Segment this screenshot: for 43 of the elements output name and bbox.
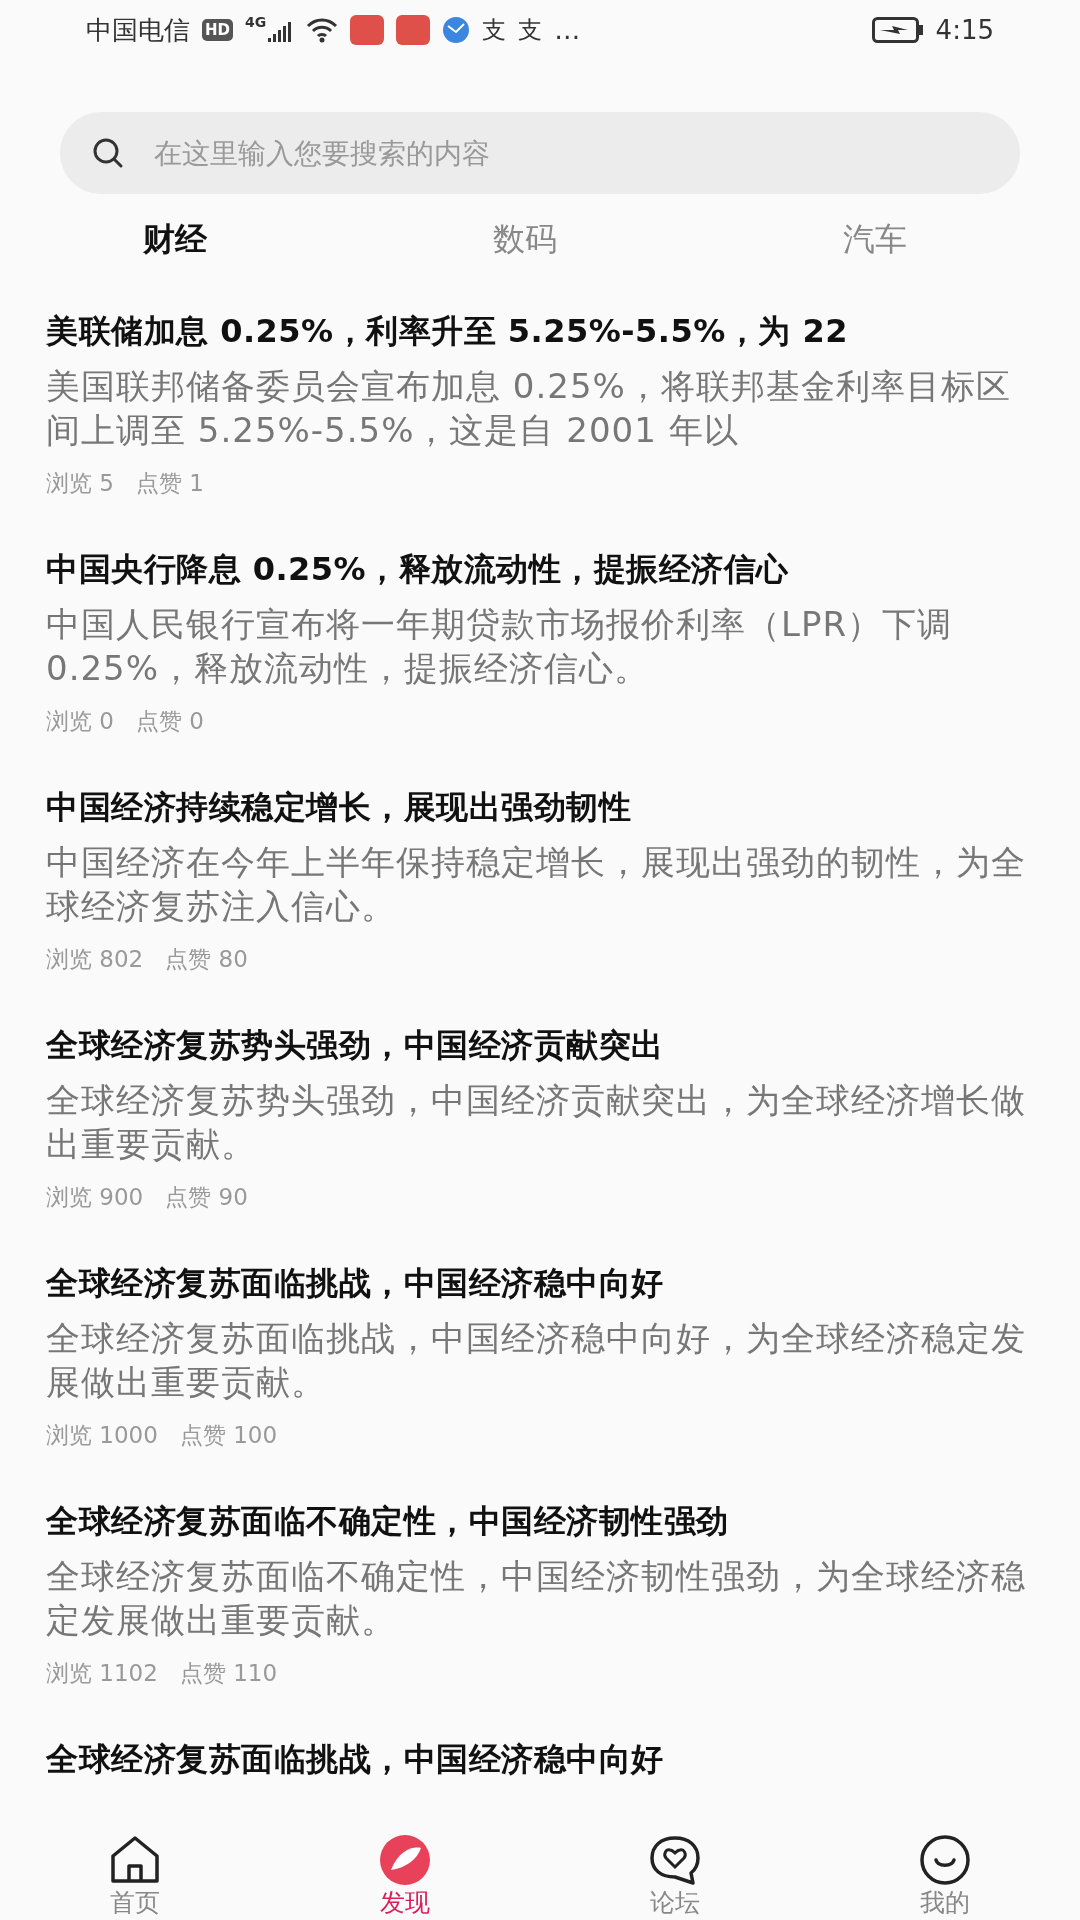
smiley-icon — [917, 1834, 973, 1886]
like-count: 点赞 80 — [165, 945, 248, 974]
chat-heart-icon — [647, 1834, 703, 1886]
article-title[interactable]: 全球经济复苏面临挑战，中国经济稳中向好 — [46, 1736, 1034, 1782]
article-summary: 中国人民银行宣布将一年期贷款市场报价利率（LPR）下调 0.25%，释放流动性，提振经济信心。 — [46, 603, 954, 690]
like-count: 点赞 90 — [165, 1183, 248, 1212]
view-count: 浏览 5 — [46, 469, 114, 498]
article-title[interactable]: 全球经济复苏面临挑战，中国经济稳中向好 — [46, 1260, 1034, 1306]
like-count: 点赞 100 — [179, 1421, 278, 1450]
search-field[interactable]: 在这里输入您要搜索的内容 — [60, 112, 1020, 194]
like-count: 点赞 1 — [135, 469, 204, 498]
battery-charging-icon — [871, 17, 924, 43]
article-summary: 全球经济复苏面临不确定性，中国经济韧性强劲，为全球经济稳定发展做出重要贡献。 — [46, 1555, 1027, 1642]
article-title[interactable]: 美联储加息 0.25%，利率升至 5.25%-5.5%，为 22 — [46, 308, 1034, 354]
hd-badge: HD — [202, 19, 233, 41]
view-count: 浏览 1000 — [46, 1421, 158, 1450]
view-count: 浏览 900 — [46, 1183, 144, 1212]
search-icon — [92, 137, 124, 169]
network-type: 4G — [245, 14, 267, 30]
clock-time: 4:15 — [935, 15, 994, 45]
view-count: 浏览 802 — [46, 945, 144, 974]
notification-glyph: 支 — [518, 15, 543, 46]
carrier-name: 中国电信 — [86, 13, 190, 47]
category-tab[interactable]: 财经 — [143, 218, 207, 262]
like-count: 点赞 110 — [179, 1659, 278, 1688]
nav-tab[interactable]: 发现 — [270, 1828, 540, 1920]
article-title[interactable]: 全球经济复苏面临不确定性，中国经济韧性强劲 — [46, 1498, 1034, 1544]
like-count: 点赞 0 — [135, 707, 204, 736]
feather-icon — [377, 1834, 433, 1886]
article-summary: 美国联邦储备委员会宣布加息 0.25%，将联邦基金利率目标区间上调至 5.25%-5.5%，这是自 2001 年以 — [46, 365, 1012, 452]
app-notification-icon — [396, 15, 431, 45]
article-title[interactable]: 全球经济复苏势头强劲，中国经济贡献突出 — [46, 1022, 1034, 1068]
article-summary: 全球经济复苏面临挑战，中国经济稳中向好，为全球经济稳定发展做出重要贡献。 — [46, 1317, 1027, 1404]
article-summary: 中国经济在今年上半年保持稳定增长，展现出强劲的韧性，为全球经济复苏注入信心。 — [46, 841, 1027, 928]
app-notification-icon — [350, 15, 385, 45]
article-summary: 全球经济复苏势头强劲，中国经济贡献突出，为全球经济增长做出重要贡献。 — [46, 1079, 1027, 1166]
article-title[interactable]: 中国央行降息 0.25%，释放流动性，提振经济信心 — [46, 546, 1034, 592]
view-count: 浏览 0 — [46, 707, 114, 736]
more-notifications: … — [554, 15, 581, 45]
article-title[interactable]: 中国经济持续稳定增长，展现出强劲韧性 — [46, 784, 1034, 830]
notification-glyph: 支 — [482, 15, 507, 46]
view-count: 浏览 1102 — [46, 1659, 158, 1688]
wifi-icon — [306, 17, 339, 43]
